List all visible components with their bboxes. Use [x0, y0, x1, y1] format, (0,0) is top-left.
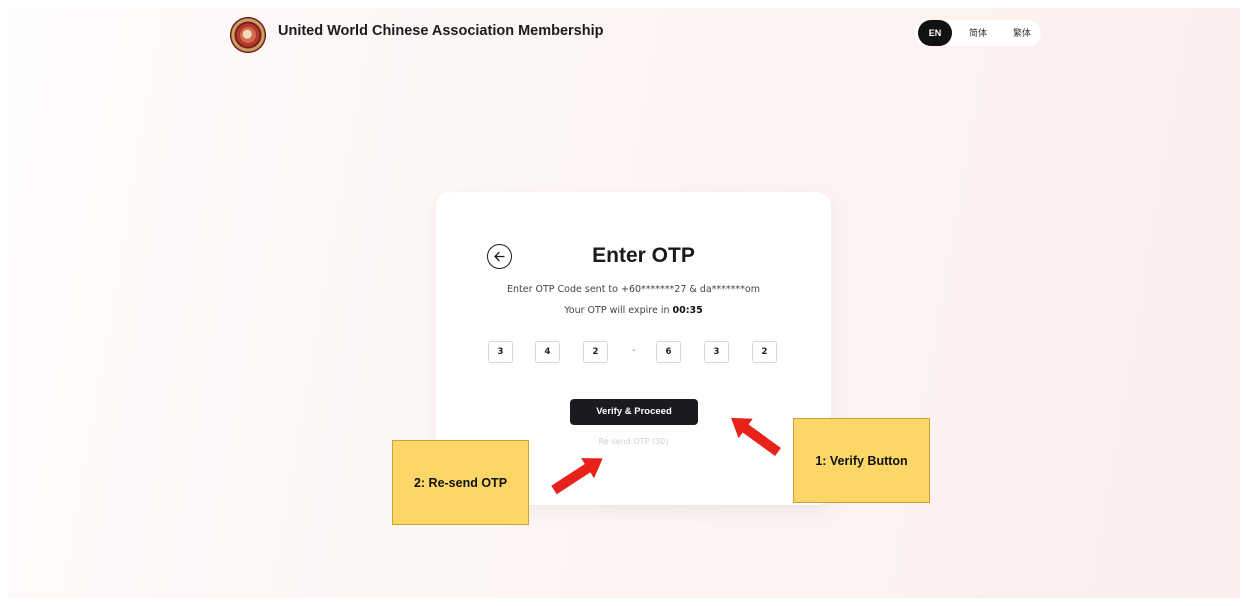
language-switcher: EN 简体 繁体 — [914, 20, 1041, 46]
otp-sent-to-text: Enter OTP Code sent to +60*******27 & da… — [506, 284, 760, 295]
expiry-prefix: Your OTP will expire in — [564, 305, 673, 316]
language-option-en[interactable]: EN — [918, 20, 952, 46]
otp-separator: - — [632, 345, 636, 356]
otp-digit-4[interactable]: 6 — [656, 341, 681, 363]
language-option-simplified[interactable]: 简体 — [964, 20, 992, 46]
expiry-countdown: 00:35 — [672, 305, 703, 316]
otp-digit-3[interactable]: 2 — [583, 341, 608, 363]
app-title: United World Chinese Association Members… — [278, 23, 604, 39]
verify-proceed-button[interactable]: Verify & Proceed — [570, 399, 698, 425]
otp-digit-5[interactable]: 3 — [704, 341, 729, 363]
annotation-verify-button: 1: Verify Button — [793, 418, 930, 503]
language-option-traditional[interactable]: 繁体 — [1008, 20, 1036, 46]
logo-emblem — [240, 27, 256, 43]
page-background: United World Chinese Association Members… — [8, 8, 1240, 598]
otp-digit-1[interactable]: 3 — [488, 341, 513, 363]
annotation-arrow-resend — [551, 458, 603, 495]
otp-expiry-text: Your OTP will expire in 00:35 — [436, 305, 831, 316]
otp-digit-2[interactable]: 4 — [535, 341, 560, 363]
annotation-resend-otp: 2: Re-send OTP — [392, 440, 529, 525]
annotation-arrow-verify — [731, 417, 781, 457]
association-logo — [230, 17, 266, 53]
page-title: Enter OTP — [592, 244, 695, 267]
otp-digit-6[interactable]: 2 — [752, 341, 777, 363]
